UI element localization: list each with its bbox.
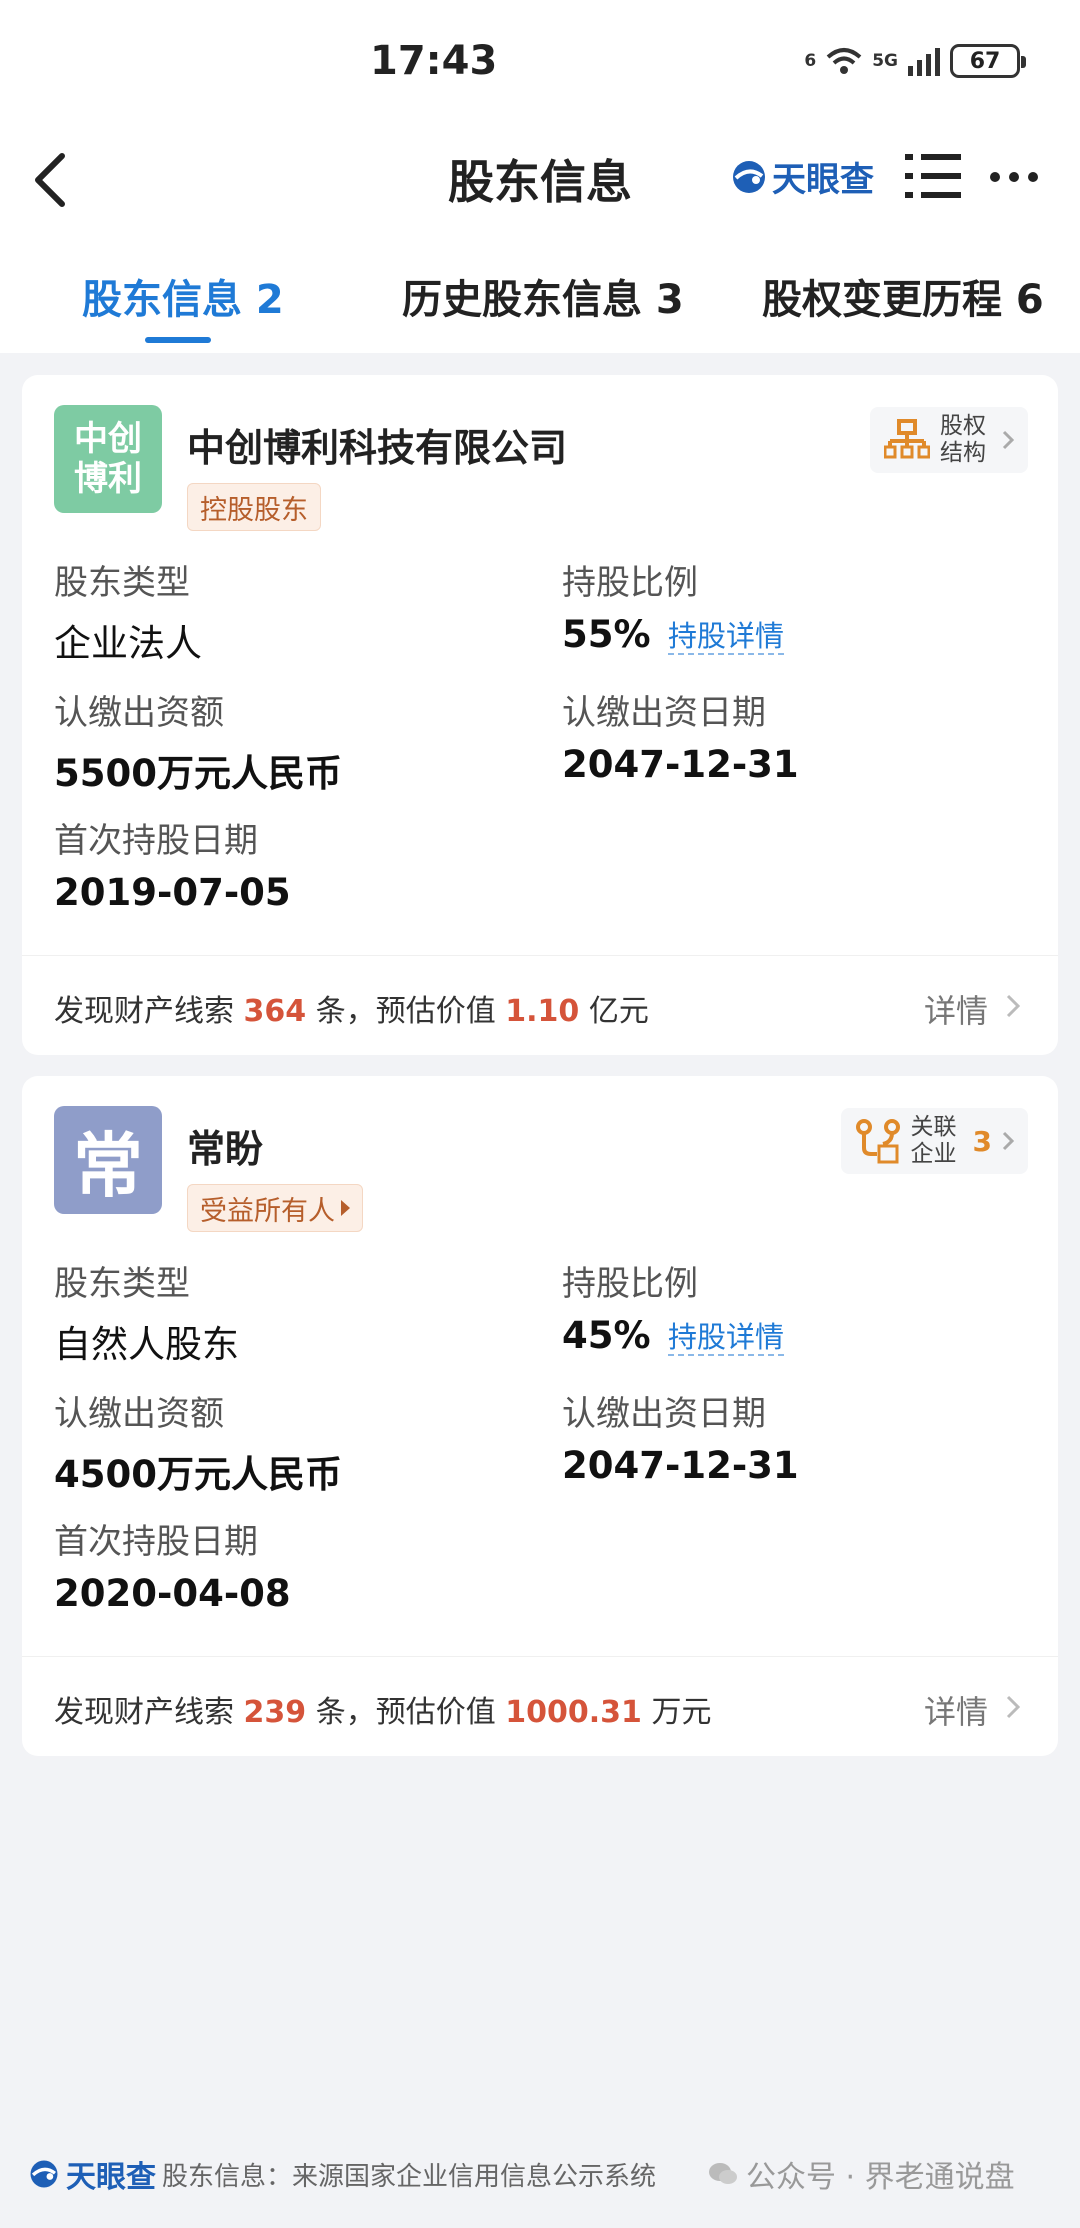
capital-value: 5500万元人民币 bbox=[54, 752, 342, 795]
shareholder-type-label: 股东类型 bbox=[54, 1264, 190, 1304]
asset-clue-text: 发现财产线索 239 条，预估价值 1000.31 万元 bbox=[54, 1695, 712, 1730]
ratio-detail-link[interactable]: 持股详情 bbox=[668, 1320, 785, 1356]
asset-clue-row[interactable]: 发现财产线索 239 条，预估价值 1000.31 万元 详情 bbox=[22, 1656, 1058, 1756]
cell-label: 5G bbox=[872, 51, 898, 71]
capital-label: 认缴出资额 bbox=[54, 693, 224, 733]
tab-active-indicator bbox=[145, 337, 211, 343]
equity-structure-button[interactable]: 股权结构 bbox=[870, 407, 1028, 473]
related-companies-label: 关联企业 bbox=[910, 1114, 957, 1167]
nav-header: 股东信息 天眼查 bbox=[0, 120, 1080, 235]
shareholder-type-value: 企业法人 bbox=[54, 622, 202, 665]
source-brand: 天眼查 bbox=[66, 2160, 156, 2195]
tab-bar: 股东信息 2 历史股东信息 3 股权变更历程 6 bbox=[0, 235, 1080, 353]
shareholder-card[interactable]: 中创博利 中创博利科技有限公司 控股股东 股权结构 股东类型 企业法人 持股比例… bbox=[22, 375, 1058, 1055]
wechat-icon bbox=[709, 2163, 737, 2184]
battery-icon: 67 bbox=[950, 44, 1026, 78]
shareholder-type-value: 自然人股东 bbox=[54, 1323, 239, 1366]
tab-equity-changes[interactable]: 股权变更历程 6 bbox=[762, 267, 1044, 325]
triangle-right-icon bbox=[341, 1200, 350, 1216]
shareholder-type-label: 股东类型 bbox=[54, 563, 190, 603]
person-avatar: 常 bbox=[54, 1106, 162, 1214]
ratio-label: 持股比例 bbox=[562, 1264, 698, 1304]
first-date-value: 2019-07-05 bbox=[54, 871, 291, 914]
first-date-label: 首次持股日期 bbox=[54, 821, 258, 861]
related-company-icon bbox=[855, 1119, 900, 1164]
shareholder-name[interactable]: 中创博利科技有限公司 bbox=[187, 417, 567, 472]
capital-date-label: 认缴出资日期 bbox=[562, 693, 766, 733]
capital-date-label: 认缴出资日期 bbox=[562, 1394, 766, 1434]
capital-date-value: 2047-12-31 bbox=[562, 1444, 799, 1487]
status-icons: 6 5G 67 bbox=[804, 44, 1026, 78]
equity-structure-label: 股权结构 bbox=[940, 413, 986, 466]
detail-link[interactable]: 详情 bbox=[924, 1687, 988, 1733]
tab-shareholders[interactable]: 股东信息 2 bbox=[82, 267, 284, 325]
detail-link[interactable]: 详情 bbox=[924, 986, 988, 1032]
chevron-right-icon bbox=[1006, 1695, 1020, 1719]
chevron-right-icon bbox=[1006, 994, 1020, 1018]
first-date-value: 2020-04-08 bbox=[54, 1572, 291, 1615]
list-menu-icon[interactable] bbox=[905, 150, 961, 202]
status-bar: 17:43 6 5G 67 bbox=[0, 0, 1080, 120]
status-time: 17:43 bbox=[370, 38, 498, 84]
capital-date-value: 2047-12-31 bbox=[562, 743, 799, 786]
ratio-value: 55% bbox=[562, 613, 651, 656]
signal-icon bbox=[908, 46, 940, 76]
asset-clue-row[interactable]: 发现财产线索 364 条，预估价值 1.10 亿元 详情 bbox=[22, 955, 1058, 1055]
brand-name: 天眼查 bbox=[772, 160, 874, 200]
first-date-label: 首次持股日期 bbox=[54, 1522, 258, 1562]
wifi-icon bbox=[826, 48, 862, 74]
related-companies-count: 3 bbox=[972, 1124, 992, 1158]
controlling-shareholder-tag: 控股股东 bbox=[187, 483, 321, 531]
capital-value: 4500万元人民币 bbox=[54, 1453, 342, 1496]
tab-history-shareholders[interactable]: 历史股东信息 3 bbox=[402, 267, 684, 325]
org-chart-icon bbox=[884, 419, 930, 459]
ratio-label: 持股比例 bbox=[562, 563, 698, 603]
tianyancha-icon bbox=[30, 2160, 58, 2188]
asset-clue-text: 发现财产线索 364 条，预估价值 1.10 亿元 bbox=[54, 994, 649, 1029]
ratio-detail-link[interactable]: 持股详情 bbox=[668, 619, 785, 655]
more-icon[interactable] bbox=[990, 172, 1038, 182]
brand-logo: 天眼查 bbox=[730, 152, 874, 201]
shareholder-card[interactable]: 常 常盼 受益所有人 关联企业 3 股东类型 自然人股东 持股比例 45% 持股… bbox=[22, 1076, 1058, 1756]
network-label: 6 bbox=[804, 51, 817, 71]
chevron-right-icon bbox=[1002, 430, 1014, 450]
data-source-note: 天眼查 股东信息：来源国家企业信用信息公示系统 bbox=[28, 2152, 656, 2196]
company-logo: 中创博利 bbox=[54, 405, 162, 513]
shareholder-name[interactable]: 常盼 bbox=[187, 1118, 263, 1173]
watermark: 公众号 · 界老通说盘 bbox=[708, 2152, 1015, 2196]
beneficial-owner-tag[interactable]: 受益所有人 bbox=[187, 1184, 363, 1232]
source-text: 股东信息：来源国家企业信用信息公示系统 bbox=[162, 2161, 657, 2192]
related-companies-button[interactable]: 关联企业 3 bbox=[840, 1108, 1028, 1174]
tianyancha-icon bbox=[733, 160, 765, 193]
capital-label: 认缴出资额 bbox=[54, 1394, 224, 1434]
chevron-right-icon bbox=[1002, 1131, 1014, 1151]
battery-level: 67 bbox=[969, 48, 1001, 74]
ratio-value: 45% bbox=[562, 1314, 651, 1357]
